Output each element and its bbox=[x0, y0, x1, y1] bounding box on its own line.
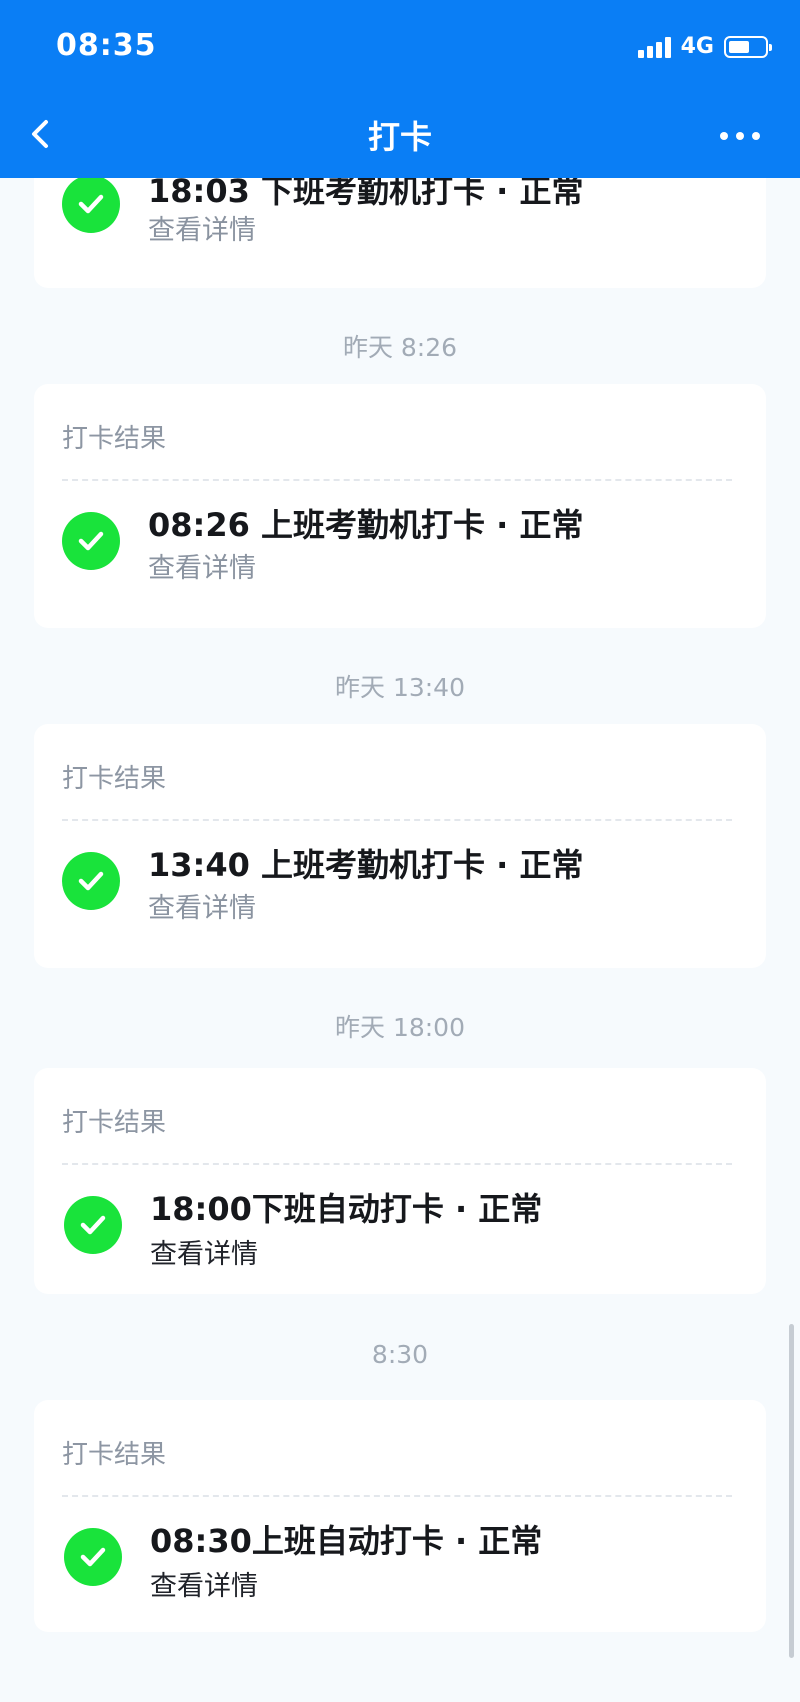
scrollbar[interactable] bbox=[789, 1324, 794, 1658]
record-card: 打卡结果 13:40 上班考勤机打卡 · 正常 查看详情 bbox=[34, 724, 766, 968]
check-success-icon bbox=[62, 852, 120, 910]
view-details-link[interactable]: 查看详情 bbox=[148, 886, 256, 925]
record-title: 13:40 上班考勤机打卡 · 正常 bbox=[148, 846, 584, 884]
record-title: 08:26 上班考勤机打卡 · 正常 bbox=[148, 506, 584, 544]
battery-icon bbox=[724, 35, 772, 58]
record-card: 打卡结果 08:26 上班考勤机打卡 · 正常 查看详情 bbox=[34, 384, 766, 628]
signal-icon bbox=[637, 36, 671, 58]
check-success-icon bbox=[64, 1196, 122, 1254]
divider bbox=[62, 479, 732, 481]
card-header: 打卡结果 bbox=[62, 1440, 167, 1470]
view-details-link[interactable]: 查看详情 bbox=[150, 1232, 258, 1271]
record-title: 08:30上班自动打卡 · 正常 bbox=[150, 1522, 543, 1560]
status-indicators: 4G bbox=[637, 34, 772, 59]
record-timestamp: 8:30 bbox=[371, 1340, 429, 1369]
app-header: 08:35 4G 打卡 bbox=[0, 0, 800, 178]
network-type: 4G bbox=[680, 34, 714, 59]
divider bbox=[62, 819, 732, 821]
view-details-link[interactable]: 查看详情 bbox=[148, 546, 256, 585]
page-title: 打卡 bbox=[367, 118, 432, 156]
divider bbox=[62, 1163, 732, 1165]
more-icon[interactable] bbox=[720, 132, 760, 140]
record-title: 18:00下班自动打卡 · 正常 bbox=[150, 1190, 543, 1228]
record-timestamp: 昨天 13:40 bbox=[335, 673, 465, 702]
status-time: 08:35 bbox=[56, 28, 157, 63]
card-header: 打卡结果 bbox=[62, 1108, 167, 1138]
record-card: 打卡结果 08:30上班自动打卡 · 正常 查看详情 bbox=[34, 1400, 766, 1632]
check-success-icon bbox=[62, 175, 120, 233]
check-success-icon bbox=[64, 1528, 122, 1586]
view-details-link[interactable]: 查看详情 bbox=[150, 1564, 258, 1603]
record-timestamp: 昨天 8:26 bbox=[342, 333, 458, 362]
view-details-link[interactable]: 查看详情 bbox=[148, 208, 256, 247]
record-timestamp: 昨天 18:00 bbox=[335, 1013, 465, 1042]
card-header: 打卡结果 bbox=[62, 764, 167, 794]
check-success-icon bbox=[62, 512, 120, 570]
card-header: 打卡结果 bbox=[62, 424, 167, 454]
divider bbox=[62, 1495, 732, 1497]
record-card: 打卡结果 18:00下班自动打卡 · 正常 查看详情 bbox=[34, 1068, 766, 1294]
